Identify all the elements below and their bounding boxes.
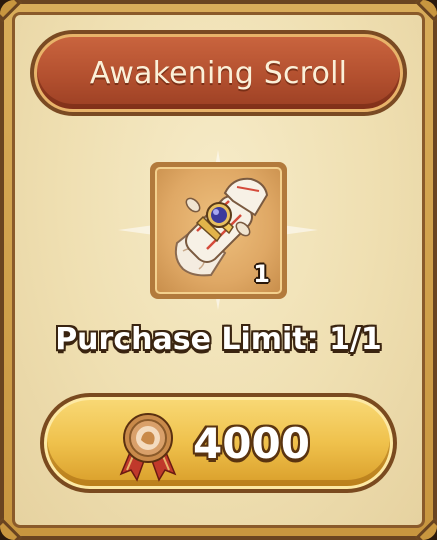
item-title: Awakening Scroll: [89, 55, 348, 91]
title-banner: Awakening Scroll: [30, 30, 407, 116]
medal-currency-icon: [119, 413, 177, 482]
item-slot-inner: 1: [155, 167, 282, 294]
item-slot[interactable]: 1: [150, 162, 287, 299]
price: 4000: [193, 418, 310, 468]
buy-button-inner[interactable]: 4000: [44, 397, 393, 489]
purchase-limit: Purchase Limit: 1/1: [55, 322, 382, 357]
item-count: 1: [253, 260, 270, 288]
buy-button[interactable]: 4000: [40, 393, 397, 493]
title-banner-inner: Awakening Scroll: [34, 34, 403, 112]
shop-item-card: Awakening Scroll 1 Purchase Limit: 1/1 4…: [0, 0, 437, 540]
